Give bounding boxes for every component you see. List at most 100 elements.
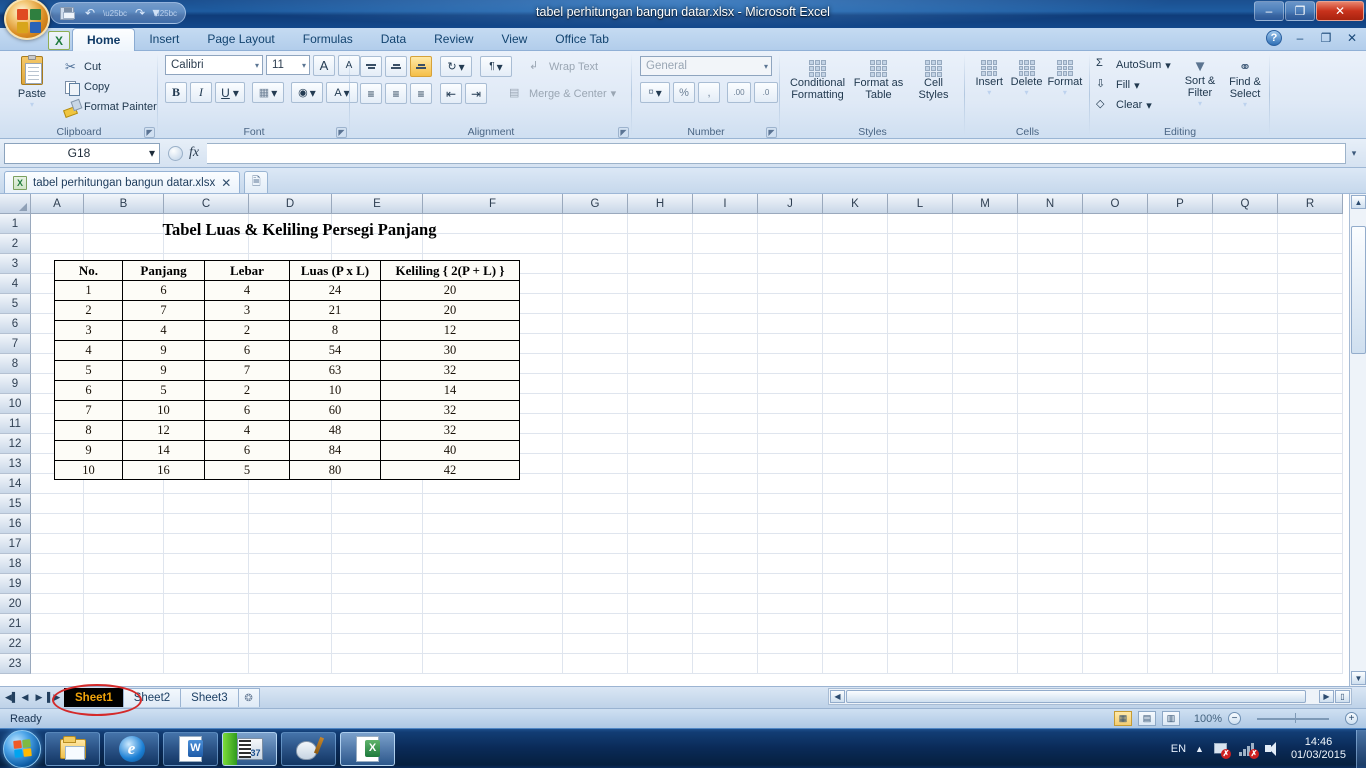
cell-R8[interactable] bbox=[1278, 354, 1343, 374]
cell-L6[interactable] bbox=[888, 314, 953, 334]
table-cell[interactable]: 24 bbox=[289, 280, 380, 300]
cell-L10[interactable] bbox=[888, 394, 953, 414]
formula-input[interactable] bbox=[207, 142, 1346, 164]
zoom-slider[interactable] bbox=[1247, 711, 1339, 726]
cell-J14[interactable] bbox=[758, 474, 823, 494]
cell-M18[interactable] bbox=[953, 554, 1018, 574]
clipboard-dialog-launcher[interactable]: ◤ bbox=[144, 127, 155, 138]
prev-sheet-button[interactable]: ◀ bbox=[19, 692, 31, 703]
cell-F16[interactable] bbox=[423, 514, 563, 534]
cell-P6[interactable] bbox=[1148, 314, 1213, 334]
cell-E22[interactable] bbox=[332, 634, 423, 654]
table-cell[interactable]: 14 bbox=[122, 440, 204, 460]
table-cell[interactable]: 5 bbox=[204, 460, 289, 480]
cell-E18[interactable] bbox=[332, 554, 423, 574]
vertical-scrollbar[interactable]: ▲ ▼ bbox=[1349, 194, 1366, 686]
cell-H22[interactable] bbox=[628, 634, 693, 654]
decrease-decimal-button[interactable]: .0 bbox=[754, 82, 778, 103]
cell-G9[interactable] bbox=[563, 374, 628, 394]
cell-L13[interactable] bbox=[888, 454, 953, 474]
cell-D22[interactable] bbox=[249, 634, 332, 654]
cell-G13[interactable] bbox=[563, 454, 628, 474]
cell-Q15[interactable] bbox=[1213, 494, 1278, 514]
tab-office-tab[interactable]: Office Tab bbox=[541, 28, 623, 51]
table-cell[interactable]: 6 bbox=[204, 440, 289, 460]
cell-L9[interactable] bbox=[888, 374, 953, 394]
cell-B21[interactable] bbox=[84, 614, 164, 634]
cell-N9[interactable] bbox=[1018, 374, 1083, 394]
cell-M1[interactable] bbox=[953, 214, 1018, 234]
cell-P19[interactable] bbox=[1148, 574, 1213, 594]
cell-G4[interactable] bbox=[563, 274, 628, 294]
scroll-down-button[interactable]: ▼ bbox=[1351, 671, 1366, 685]
insert-function-icon[interactable]: fx bbox=[189, 145, 199, 161]
row-header-14[interactable]: 14 bbox=[0, 474, 31, 494]
cell-B15[interactable] bbox=[84, 494, 164, 514]
table-cell[interactable]: 6 bbox=[204, 400, 289, 420]
cell-H14[interactable] bbox=[628, 474, 693, 494]
sort-filter-dropdown-icon[interactable]: ▾ bbox=[1198, 99, 1202, 108]
cell-Q2[interactable] bbox=[1213, 234, 1278, 254]
cell-H20[interactable] bbox=[628, 594, 693, 614]
cell-R7[interactable] bbox=[1278, 334, 1343, 354]
format-as-table-button[interactable]: Format as Table bbox=[851, 57, 907, 101]
cell-E15[interactable] bbox=[332, 494, 423, 514]
cell-R6[interactable] bbox=[1278, 314, 1343, 334]
cell-H3[interactable] bbox=[628, 254, 693, 274]
bold-button[interactable]: B bbox=[165, 82, 187, 103]
cell-I4[interactable] bbox=[693, 274, 758, 294]
cell-I15[interactable] bbox=[693, 494, 758, 514]
cell-M23[interactable] bbox=[953, 654, 1018, 674]
row-header-10[interactable]: 10 bbox=[0, 394, 31, 414]
cell-O16[interactable] bbox=[1083, 514, 1148, 534]
cell-B18[interactable] bbox=[84, 554, 164, 574]
cell-L12[interactable] bbox=[888, 434, 953, 454]
align-left-button[interactable]: ≡ bbox=[360, 83, 382, 104]
table-cell[interactable]: 21 bbox=[289, 300, 380, 320]
increase-decimal-button[interactable]: .00 bbox=[727, 82, 751, 103]
tab-formulas[interactable]: Formulas bbox=[289, 28, 367, 51]
alignment-dialog-launcher[interactable]: ◤ bbox=[618, 127, 629, 138]
tab-insert[interactable]: Insert bbox=[135, 28, 193, 51]
cell-N1[interactable] bbox=[1018, 214, 1083, 234]
split-handle[interactable]: ▯ bbox=[1335, 690, 1350, 703]
cell-N16[interactable] bbox=[1018, 514, 1083, 534]
cell-O15[interactable] bbox=[1083, 494, 1148, 514]
cell-M21[interactable] bbox=[953, 614, 1018, 634]
cell-K5[interactable] bbox=[823, 294, 888, 314]
column-header-K[interactable]: K bbox=[823, 194, 888, 214]
sort-filter-button[interactable]: ▼ Sort & Filter ▾ bbox=[1178, 55, 1222, 108]
cell-J16[interactable] bbox=[758, 514, 823, 534]
cell-G12[interactable] bbox=[563, 434, 628, 454]
font-size-select[interactable]: 11 ▾ bbox=[266, 55, 310, 75]
cell-Q22[interactable] bbox=[1213, 634, 1278, 654]
cell-I7[interactable] bbox=[693, 334, 758, 354]
view-normal-button[interactable]: ▦ bbox=[1114, 711, 1132, 726]
column-header-B[interactable]: B bbox=[84, 194, 164, 214]
format-cells-button[interactable]: Format ▾ bbox=[1046, 57, 1084, 97]
copy-button[interactable]: Copy bbox=[64, 77, 157, 97]
cell-L2[interactable] bbox=[888, 234, 953, 254]
cell-R12[interactable] bbox=[1278, 434, 1343, 454]
table-cell[interactable]: 54 bbox=[289, 340, 380, 360]
cut-button[interactable]: Cut bbox=[64, 57, 157, 77]
cell-C23[interactable] bbox=[164, 654, 249, 674]
customize-qat-button[interactable]: ▾ bbox=[146, 3, 166, 21]
taskbar-item-movie-maker[interactable]: 37 bbox=[222, 731, 277, 766]
italic-button[interactable]: I bbox=[190, 82, 212, 103]
cell-C20[interactable] bbox=[164, 594, 249, 614]
cell-F23[interactable] bbox=[423, 654, 563, 674]
cell-Q11[interactable] bbox=[1213, 414, 1278, 434]
table-cell[interactable]: 6 bbox=[122, 280, 204, 300]
cell-K20[interactable] bbox=[823, 594, 888, 614]
table-cell[interactable]: 20 bbox=[380, 300, 520, 320]
cell-R3[interactable] bbox=[1278, 254, 1343, 274]
cell-E20[interactable] bbox=[332, 594, 423, 614]
cell-P12[interactable] bbox=[1148, 434, 1213, 454]
cell-H10[interactable] bbox=[628, 394, 693, 414]
cell-P7[interactable] bbox=[1148, 334, 1213, 354]
cell-Q21[interactable] bbox=[1213, 614, 1278, 634]
cell-P8[interactable] bbox=[1148, 354, 1213, 374]
cell-D21[interactable] bbox=[249, 614, 332, 634]
cell-O11[interactable] bbox=[1083, 414, 1148, 434]
